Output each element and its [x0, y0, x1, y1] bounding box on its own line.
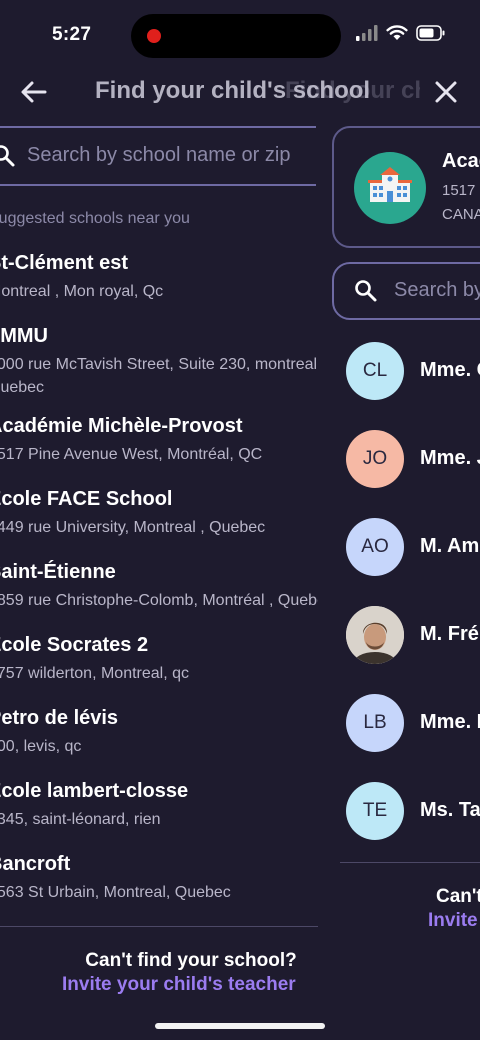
avatar: CL — [346, 342, 404, 400]
teacher-search-panel: Académie Michèle-Provost 1517 Pine Avenu… — [332, 126, 480, 1006]
search-icon — [0, 145, 15, 167]
teacher-search-bar[interactable]: Search by teacher name — [332, 262, 480, 320]
school-name: Saint-Étienne — [0, 561, 116, 583]
cant-find-teacher-text: Can't find your teacher? — [436, 886, 480, 907]
school-name: St-Clément est — [0, 252, 129, 274]
battery-icon — [416, 25, 445, 41]
school-search-panel: Search by school name or zip Suggested s… — [0, 120, 318, 1000]
avatar: TE — [346, 782, 404, 840]
teacher-list-item[interactable]: JO Mme. J. O. — [346, 430, 480, 488]
school-list-item[interactable]: École Socrates 2 5757 wilderton, Montrea… — [0, 634, 318, 685]
school-list-item[interactable]: Académie Michèle-Provost 1517 Pine Avenu… — [0, 415, 318, 466]
school-address: 5757 wilderton, Montreal, qc — [0, 665, 189, 682]
home-indicator[interactable] — [155, 1023, 325, 1029]
school-list-item[interactable]: Saint-Étienne 4859 rue Christophe-Colomb… — [0, 561, 318, 612]
school-address: 4563 St Urbain, Montreal, Quebec — [0, 884, 231, 901]
school-list-item[interactable]: St-Clément est Montreal , Mon royal, Qc — [0, 252, 318, 303]
school-list-item[interactable]: Petro de lévis 100, levis, qc — [0, 707, 318, 758]
teacher-name: Mme. C. L. — [420, 359, 480, 381]
close-button[interactable] — [430, 76, 462, 108]
school-list-item[interactable]: École FACE School 3449 rue University, M… — [0, 488, 318, 539]
school-list-item[interactable]: LMMU 1000 rue McTavish Street, Suite 230… — [0, 325, 318, 399]
selected-school-address: 1517 Pine Avenue West — [442, 182, 480, 199]
status-time: 5:27 — [52, 24, 92, 45]
page-title: Find your child's school — [95, 77, 371, 104]
school-address: 100, levis, qc — [0, 738, 82, 755]
teacher-list-item[interactable]: M. Fré... — [346, 606, 480, 664]
teacher-search-input[interactable]: Search by teacher name — [394, 279, 480, 302]
teacher-name: M. Am. O. — [420, 535, 480, 557]
teacher-list-item[interactable]: LB Mme. L. B. — [346, 694, 480, 752]
school-address: 4859 rue Christophe-Colomb, Montréal , Q… — [0, 592, 318, 609]
wifi-icon — [386, 25, 408, 40]
school-name: École FACE School — [0, 488, 173, 510]
suggested-schools-label: Suggested schools near you — [0, 210, 190, 227]
close-icon — [435, 81, 457, 103]
selected-school-country: CANADA — [442, 206, 480, 223]
divider — [0, 926, 318, 927]
school-address: 1000 rue McTavish Street, Suite 230, mon… — [0, 356, 318, 396]
arrow-left-icon — [21, 81, 47, 103]
avatar: LB — [346, 694, 404, 752]
school-search-bar[interactable]: Search by school name or zip — [0, 126, 316, 186]
invite-teacher-link[interactable]: Invite your child's teacher — [62, 974, 296, 996]
search-icon — [355, 280, 377, 302]
school-list-item[interactable]: Bancroft 4563 St Urbain, Montreal, Quebe… — [0, 853, 318, 904]
school-name: Bancroft — [0, 853, 71, 875]
teacher-list-item[interactable]: AO M. Am. O. — [346, 518, 480, 576]
avatar: JO — [346, 430, 404, 488]
divider — [340, 862, 480, 863]
school-address: Montreal , Mon royal, Qc — [0, 283, 164, 300]
school-logo — [354, 152, 426, 224]
teacher-list-item[interactable]: CL Mme. C. L. — [346, 342, 480, 400]
recording-dot-icon — [147, 29, 161, 43]
teacher-name: Mme. L. B. — [420, 711, 480, 733]
dynamic-island — [131, 14, 341, 58]
school-name: LMMU — [0, 325, 48, 347]
selected-school-card[interactable]: Académie Michèle-Provost 1517 Pine Avenu… — [332, 126, 480, 248]
school-building-icon — [368, 167, 412, 202]
avatar-photo — [346, 606, 404, 664]
status-icons — [356, 25, 446, 41]
avatar: AO — [346, 518, 404, 576]
back-button[interactable] — [18, 76, 50, 108]
cant-find-school-text: Can't find your school? — [85, 950, 297, 971]
selected-school-name: Académie Michèle-Provost — [442, 150, 480, 172]
teacher-name: Ms. Ta E. — [420, 799, 480, 821]
school-search-input[interactable]: Search by school name or zip — [27, 144, 290, 167]
school-address: 3449 rue University, Montreal , Quebec — [0, 519, 266, 536]
cellular-signal-icon — [356, 25, 378, 41]
school-name: Petro de lévis — [0, 707, 119, 729]
school-address: 6345, saint-léonard, rien — [0, 811, 161, 828]
school-list-item[interactable]: École lambert-closse 6345, saint-léonard… — [0, 780, 318, 831]
school-name: Académie Michèle-Provost — [0, 415, 243, 437]
school-name: École Socrates 2 — [0, 634, 149, 656]
school-name: École lambert-closse — [0, 780, 189, 802]
teacher-list-item[interactable]: TE Ms. Ta E. — [346, 782, 480, 840]
teacher-name: Mme. J. O. — [420, 447, 480, 469]
invite-teacher-link[interactable]: Invite your child's teacher — [428, 910, 480, 932]
header-title-area: Find your child's sch Find your child's … — [60, 74, 420, 110]
school-address: 1517 Pine Avenue West, Montréal, QC — [0, 446, 263, 463]
teacher-name: M. Fré... — [420, 623, 480, 645]
person-photo-icon — [346, 606, 404, 664]
